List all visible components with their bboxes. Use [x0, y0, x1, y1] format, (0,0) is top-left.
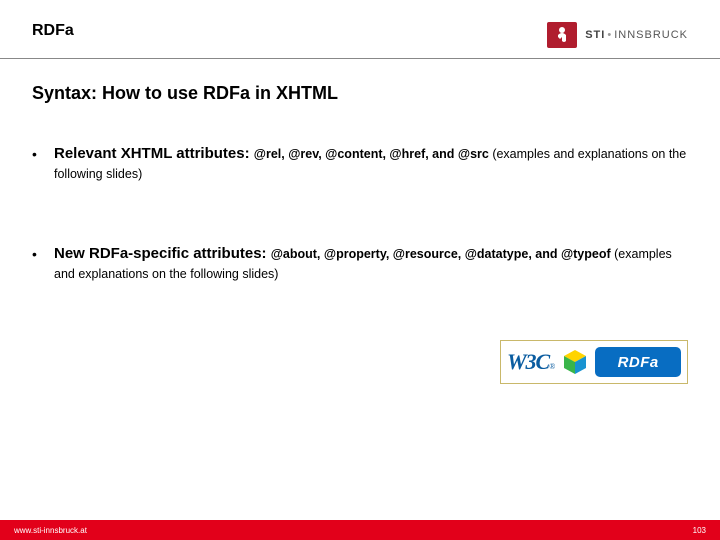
w3c-logo: W3C®: [507, 349, 555, 375]
w3c-text: W3C: [507, 349, 549, 375]
brand-main: STI: [585, 29, 605, 41]
cube-icon: [561, 348, 589, 376]
w3c-registered: ®: [549, 362, 555, 371]
bullet-item: • Relevant XHTML attributes: @rel, @rev,…: [32, 144, 688, 184]
bullet-item: • New RDFa-specific attributes: @about, …: [32, 244, 688, 284]
bullet-attrs: @rel, @rev, @content, @href, and @src: [254, 147, 489, 161]
bullet-lead: New RDFa-specific attributes:: [54, 245, 271, 262]
rdfa-chip: RDFa: [595, 347, 681, 377]
footer-url: www.sti-innsbruck.at: [14, 526, 87, 535]
footer-bar: www.sti-innsbruck.at 103: [0, 520, 720, 540]
rdfa-badge: W3C® RDFa: [500, 340, 688, 384]
brand-logo-icon: [547, 22, 577, 48]
bullet-marker: •: [32, 144, 54, 184]
slide-header-title: RDFa: [32, 22, 74, 40]
bullet-text: Relevant XHTML attributes: @rel, @rev, @…: [54, 144, 688, 184]
bullet-marker: •: [32, 244, 54, 284]
content-area: • Relevant XHTML attributes: @rel, @rev,…: [0, 114, 720, 284]
brand: STI•INNSBRUCK: [547, 22, 688, 48]
slide-title: Syntax: How to use RDFa in XHTML: [0, 59, 720, 114]
bullet-lead: Relevant XHTML attributes:: [54, 145, 254, 162]
brand-separator: •: [605, 29, 614, 41]
page-number: 103: [693, 526, 706, 535]
brand-text: STI•INNSBRUCK: [585, 29, 688, 41]
brand-sub: INNSBRUCK: [614, 29, 688, 41]
bullet-attrs: @about, @property, @resource, @datatype,…: [271, 247, 611, 261]
bullet-text: New RDFa-specific attributes: @about, @p…: [54, 244, 688, 284]
